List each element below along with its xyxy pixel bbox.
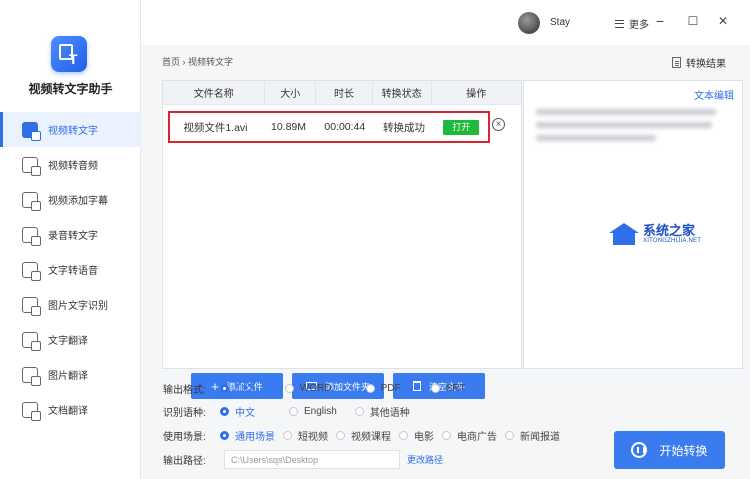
text-edit-link[interactable]: 文本编辑 <box>694 87 734 102</box>
scene-ecommerce-ad-radio[interactable]: 电商广告 <box>442 428 497 443</box>
sidebar-item-label: 文字转语音 <box>48 266 98 277</box>
speech-icon <box>22 261 41 281</box>
open-file-button[interactable]: 打开 <box>443 119 480 135</box>
conversion-results-label: 转换结果 <box>686 59 726 70</box>
close-window-button[interactable]: ✕ <box>716 14 730 28</box>
remove-file-icon[interactable]: × <box>492 118 505 131</box>
format-txt-radio[interactable]: TXT <box>220 383 254 394</box>
table-header: 文件名称 大小 时长 转换状态 操作 <box>163 81 521 105</box>
file-size: 10.89M <box>270 121 307 133</box>
document-translate-icon <box>22 401 41 421</box>
sidebar-item-label: 视频转音频 <box>48 161 98 172</box>
column-header-action: 操作 <box>466 89 487 100</box>
scene-options: 使用场景: 通用场景 短视频 视频课程 电影 电商广告 新闻报道 <box>163 428 560 443</box>
file-list-panel: 文件名称 大小 时长 转换状态 操作 视频文件1.avi 10.89M 00:0… <box>162 80 522 399</box>
scene-movie-radio[interactable]: 电影 <box>399 428 434 443</box>
sidebar-item-add-subtitles[interactable]: 视频添加字幕 <box>0 182 141 217</box>
scene-label: 使用场景: <box>163 432 206 443</box>
microphone-icon <box>22 226 41 246</box>
video-audio-icon <box>22 156 41 176</box>
sidebar-item-label: 视频添加字幕 <box>48 196 108 207</box>
watermark: 系统之家 XITONGZHIJIA.NET <box>609 223 701 245</box>
watermark-cn: 系统之家 <box>643 223 696 238</box>
language-english-radio[interactable]: English <box>289 406 337 417</box>
sidebar-item-text-to-speech[interactable]: 文字转语音 <box>0 252 141 287</box>
sidebar-item-image-ocr[interactable]: 图片文字识别 <box>0 287 141 322</box>
format-label: 输出格式: <box>163 385 206 396</box>
minimize-button[interactable]: − <box>653 14 667 28</box>
language-label: 识别语种: <box>163 408 206 419</box>
blurred-result-text <box>536 109 724 147</box>
video-text-icon <box>22 121 41 141</box>
house-logo-icon <box>609 223 639 245</box>
sidebar-item-document-translate[interactable]: 文档翻译 <box>0 392 141 427</box>
conversion-results-link[interactable]: 转换结果 <box>672 55 726 70</box>
sidebar-item-video-to-text[interactable]: 视频转文字 <box>0 112 141 147</box>
sidebar-item-recording-to-text[interactable]: 录音转文字 <box>0 217 141 252</box>
sidebar-item-text-translate[interactable]: 文字翻译 <box>0 322 141 357</box>
more-menu-button[interactable]: 更多 <box>615 16 649 31</box>
main-area: 首页 › 视频转文字 转换结果 文件名称 大小 时长 转换状态 操作 视频文件1… <box>141 45 750 479</box>
format-srt-radio[interactable]: SRT <box>430 383 465 394</box>
scene-short-video-radio[interactable]: 短视频 <box>283 428 328 443</box>
language-options: 识别语种: 中文 English 其他语种 <box>163 404 424 419</box>
output-path-input[interactable] <box>224 450 400 469</box>
file-duration: 00:00:44 <box>324 121 366 133</box>
sidebar-item-image-translate[interactable]: 图片翻译 <box>0 357 141 392</box>
column-header-filename: 文件名称 <box>163 81 266 104</box>
username[interactable]: Stay <box>550 17 570 28</box>
language-chinese-radio[interactable]: 中文 <box>220 404 255 419</box>
image-ocr-icon <box>22 296 41 316</box>
column-header-duration: 时长 <box>316 81 373 104</box>
format-word-radio[interactable]: WORD <box>284 383 332 394</box>
watermark-en: XITONGZHIJIA.NET <box>643 238 702 244</box>
file-status: 转换成功 <box>383 121 426 134</box>
start-conversion-button[interactable]: 开始转换 <box>614 431 725 469</box>
sidebar-item-label: 图片文字识别 <box>48 301 108 312</box>
scene-news-radio[interactable]: 新闻报道 <box>505 428 560 443</box>
sidebar-nav: 视频转文字 视频转音频 视频添加字幕 录音转文字 文字转语音 图片文字识别 文字… <box>0 112 141 427</box>
image-translate-icon <box>22 366 41 386</box>
language-other-radio[interactable]: 其他语种 <box>354 404 410 419</box>
format-options: 输出格式: TXT WORD PDF SRT <box>163 381 479 396</box>
translate-icon <box>22 331 41 351</box>
output-path-row: 输出路径: 更改路径 <box>163 450 443 469</box>
avatar[interactable] <box>518 12 540 34</box>
title-bar: Stay 更多 − ☐ ✕ <box>141 0 750 45</box>
sidebar-item-video-to-audio[interactable]: 视频转音频 <box>0 147 141 182</box>
sidebar-item-label: 录音转文字 <box>48 231 98 242</box>
table-row[interactable]: 视频文件1.avi 10.89M 00:00:44 转换成功 打开 <box>168 111 490 143</box>
change-path-link[interactable]: 更改路径 <box>407 453 443 466</box>
more-label: 更多 <box>629 20 649 31</box>
scene-general-radio[interactable]: 通用场景 <box>220 428 275 443</box>
column-header-size: 大小 <box>265 81 317 104</box>
maximize-button[interactable]: ☐ <box>686 14 700 28</box>
sidebar-item-label: 视频转文字 <box>48 126 98 137</box>
breadcrumb: 首页 › 视频转文字 <box>162 57 233 67</box>
menu-icon <box>615 19 624 28</box>
sidebar-item-label: 文字翻译 <box>48 336 88 347</box>
scene-video-course-radio[interactable]: 视频课程 <box>336 428 391 443</box>
format-pdf-radio[interactable]: PDF <box>365 383 401 394</box>
app-title: 视频转文字助手 <box>28 82 113 96</box>
start-conversion-label: 开始转换 <box>659 443 708 458</box>
path-label: 输出路径: <box>163 456 206 467</box>
waveform-icon <box>631 442 648 458</box>
sidebar-item-label: 图片翻译 <box>48 371 88 382</box>
column-header-status: 转换状态 <box>373 81 432 104</box>
file-name: 视频文件1.avi <box>183 121 248 134</box>
app-logo-icon: T <box>51 36 87 72</box>
subtitle-icon <box>22 191 41 211</box>
sidebar-item-label: 文档翻译 <box>48 406 88 417</box>
document-icon <box>672 57 681 68</box>
sidebar: T 视频转文字助手 视频转文字 视频转音频 视频添加字幕 录音转文字 文字转语音… <box>0 0 141 479</box>
